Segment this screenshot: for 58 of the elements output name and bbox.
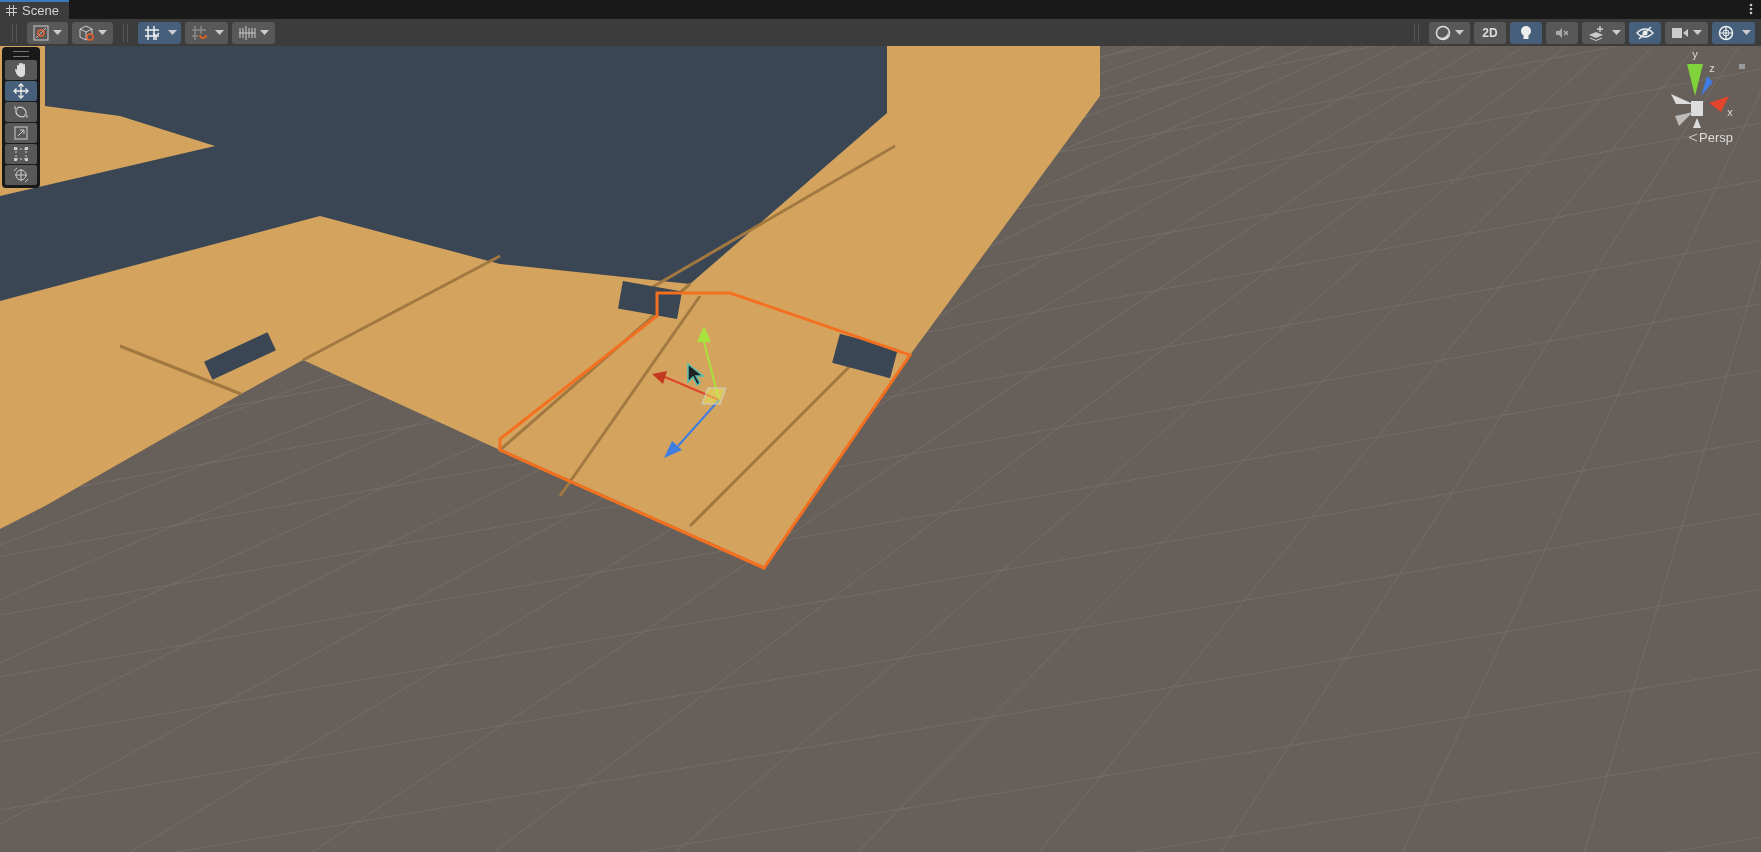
- cube-icon: [78, 24, 94, 41]
- dropdown-button[interactable]: [1738, 21, 1755, 44]
- light-bulb-icon: [1520, 24, 1532, 41]
- grid-snap-icon: [191, 24, 207, 41]
- caret-icon: [1742, 30, 1751, 35]
- tool-button[interactable]: [5, 144, 37, 164]
- cursor-icon: [687, 362, 706, 387]
- layers-icon: [1588, 24, 1604, 41]
- caret-icon: [53, 30, 62, 35]
- dropdown-button[interactable]: [1429, 21, 1470, 44]
- orientation-gizmo-drawing[interactable]: [1671, 64, 1729, 128]
- transform-icon: [13, 167, 29, 183]
- toggle-button[interactable]: [1546, 21, 1578, 44]
- caret-icon: [1612, 30, 1621, 35]
- rect-tool-icon: [14, 147, 28, 161]
- dropdown-button[interactable]: [232, 21, 275, 44]
- dropdown-button[interactable]: [27, 21, 68, 44]
- chevron-left-icon: [1688, 133, 1698, 143]
- axis-label: z: [1709, 62, 1715, 74]
- toggle-button[interactable]: [1629, 21, 1661, 44]
- caret-icon: [260, 30, 269, 35]
- globe-icon: [1718, 24, 1734, 41]
- toggle-button[interactable]: [1510, 21, 1542, 44]
- tool-button[interactable]: [5, 102, 37, 122]
- toggle-button[interactable]: [1712, 21, 1740, 44]
- caret-icon: [215, 30, 224, 35]
- draw-mode-icon: [33, 24, 49, 41]
- toggle-button[interactable]: [138, 21, 166, 44]
- eye-slash-icon: [1636, 25, 1654, 40]
- mode-2d-button[interactable]: 2D: [1474, 21, 1506, 44]
- move-arrows-icon: [13, 83, 29, 99]
- scale-icon: [14, 126, 28, 140]
- dropdown-button[interactable]: [72, 21, 113, 44]
- dropdown-button[interactable]: [211, 21, 228, 44]
- video-camera-icon: [1671, 26, 1689, 39]
- axis-label: x: [1727, 106, 1733, 118]
- sphere-icon: [1435, 24, 1451, 41]
- hash-icon: [6, 5, 17, 16]
- tool-button[interactable]: [5, 165, 37, 185]
- caret-icon: [98, 30, 107, 35]
- tool-button[interactable]: [5, 81, 37, 101]
- caret-icon: [1693, 30, 1702, 35]
- toggle-button[interactable]: [185, 21, 213, 44]
- dropdown-button[interactable]: [164, 21, 181, 44]
- ruler-icon: [238, 24, 256, 41]
- grid-icon: [144, 24, 160, 41]
- more-menu-icon[interactable]: [1749, 3, 1753, 15]
- hand-icon: [14, 62, 28, 78]
- dropdown-button[interactable]: [1665, 21, 1708, 44]
- rotate-icon: [14, 105, 28, 119]
- tool-button[interactable]: [5, 60, 37, 80]
- toggle-button[interactable]: [1582, 21, 1610, 44]
- projection-toggle[interactable]: Persp: [1688, 128, 1733, 148]
- dropdown-button[interactable]: [1608, 21, 1625, 44]
- scene-tab[interactable]: Scene: [0, 0, 69, 19]
- caret-icon: [1455, 30, 1464, 35]
- axis-label: y: [1692, 48, 1698, 60]
- caret-icon: [168, 30, 177, 35]
